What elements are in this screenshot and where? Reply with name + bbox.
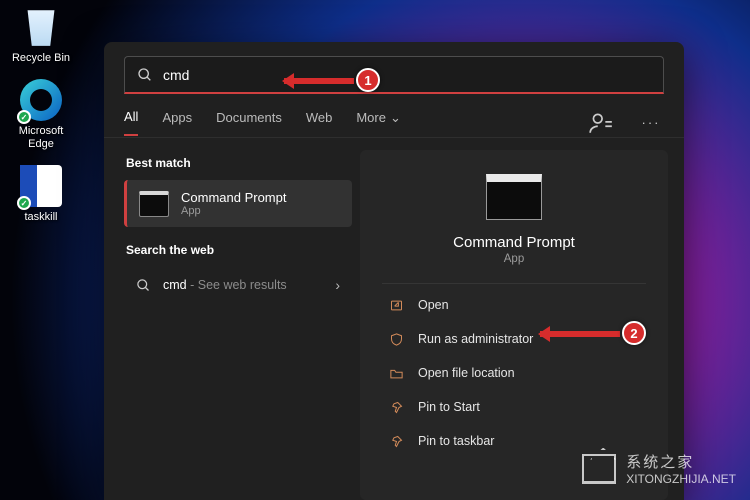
best-match-result[interactable]: Command Prompt App bbox=[124, 180, 352, 227]
action-label: Open bbox=[418, 298, 449, 312]
tab-web[interactable]: Web bbox=[306, 110, 333, 135]
best-match-text: Command Prompt App bbox=[181, 190, 286, 217]
taskkill-icon bbox=[20, 165, 62, 207]
best-match-heading: Best match bbox=[126, 156, 352, 170]
action-open-file-location[interactable]: Open file location bbox=[360, 356, 668, 390]
best-match-subtitle: App bbox=[181, 205, 286, 217]
start-search-panel: All Apps Documents Web More ⌄ ··· Best ma… bbox=[104, 42, 684, 500]
watermark: 系统之家 XITONGZHIJIA.NET bbox=[582, 451, 736, 486]
edge-icon bbox=[20, 79, 62, 121]
web-result-text: cmd - See web results bbox=[163, 278, 323, 292]
web-result-query: cmd bbox=[163, 278, 187, 292]
search-input[interactable] bbox=[163, 67, 651, 83]
watermark-cn: 系统之家 bbox=[626, 451, 736, 472]
desktop-icon-recycle-bin[interactable]: Recycle Bin bbox=[6, 6, 76, 65]
desktop-icon-label: Microsoft Edge bbox=[6, 125, 76, 151]
tab-more-label: More bbox=[356, 110, 386, 125]
divider bbox=[382, 283, 646, 284]
desktop-icon-taskkill[interactable]: taskkill bbox=[6, 165, 76, 224]
action-label: Run as administrator bbox=[418, 332, 533, 346]
preview-subtitle: App bbox=[360, 253, 668, 265]
action-run-as-administrator[interactable]: Run as administrator bbox=[360, 322, 668, 356]
search-tabs: All Apps Documents Web More ⌄ ··· bbox=[104, 94, 684, 138]
watermark-text: 系统之家 XITONGZHIJIA.NET bbox=[626, 451, 736, 486]
action-label: Pin to Start bbox=[418, 400, 480, 414]
watermark-url: XITONGZHIJIA.NET bbox=[626, 472, 736, 486]
annotation-arrow-1 bbox=[284, 78, 354, 84]
pin-icon bbox=[388, 399, 404, 415]
search-account-icon[interactable] bbox=[588, 110, 614, 136]
search-web-heading: Search the web bbox=[126, 243, 352, 257]
search-more-options-icon[interactable]: ··· bbox=[638, 110, 664, 136]
best-match-title: Command Prompt bbox=[181, 190, 286, 205]
search-bar[interactable] bbox=[124, 56, 664, 94]
tab-more[interactable]: More ⌄ bbox=[356, 110, 401, 136]
action-open[interactable]: Open bbox=[360, 288, 668, 322]
desktop-icon-microsoft-edge[interactable]: Microsoft Edge bbox=[6, 79, 76, 151]
shield-icon bbox=[388, 331, 404, 347]
annotation-badge-2: 2 bbox=[622, 321, 646, 345]
annotation-badge-1: 1 bbox=[356, 68, 380, 92]
web-result-cmd[interactable]: cmd - See web results › bbox=[124, 267, 352, 303]
preview-title: Command Prompt bbox=[360, 234, 668, 251]
desktop-icon-label: taskkill bbox=[6, 211, 76, 224]
desktop-icon-column: Recycle Bin Microsoft Edge taskkill bbox=[6, 6, 86, 238]
searchbar-row bbox=[104, 42, 684, 94]
command-prompt-icon bbox=[486, 174, 542, 220]
tab-all[interactable]: All bbox=[124, 109, 138, 136]
desktop-icon-label: Recycle Bin bbox=[6, 52, 76, 65]
web-result-suffix: - See web results bbox=[187, 278, 287, 292]
search-icon bbox=[137, 67, 153, 83]
annotation-arrow-2 bbox=[540, 331, 620, 337]
tab-apps[interactable]: Apps bbox=[162, 110, 192, 135]
result-preview-pane: Command Prompt App Open Run as administr… bbox=[360, 150, 668, 500]
pin-icon bbox=[388, 433, 404, 449]
action-label: Pin to taskbar bbox=[418, 434, 494, 448]
action-label: Open file location bbox=[418, 366, 515, 380]
folder-icon bbox=[388, 365, 404, 381]
shortcut-badge-icon bbox=[17, 110, 31, 124]
results-column: Best match Command Prompt App Search the… bbox=[104, 138, 352, 500]
tab-documents[interactable]: Documents bbox=[216, 110, 282, 135]
shortcut-badge-icon bbox=[17, 196, 31, 210]
watermark-logo-icon bbox=[582, 454, 616, 484]
action-pin-to-start[interactable]: Pin to Start bbox=[360, 390, 668, 424]
open-icon bbox=[388, 297, 404, 313]
command-prompt-icon bbox=[139, 191, 169, 217]
recycle-bin-icon bbox=[20, 6, 62, 48]
chevron-right-icon: › bbox=[335, 277, 340, 293]
search-icon bbox=[136, 278, 151, 293]
chevron-down-icon: ⌄ bbox=[390, 110, 401, 125]
